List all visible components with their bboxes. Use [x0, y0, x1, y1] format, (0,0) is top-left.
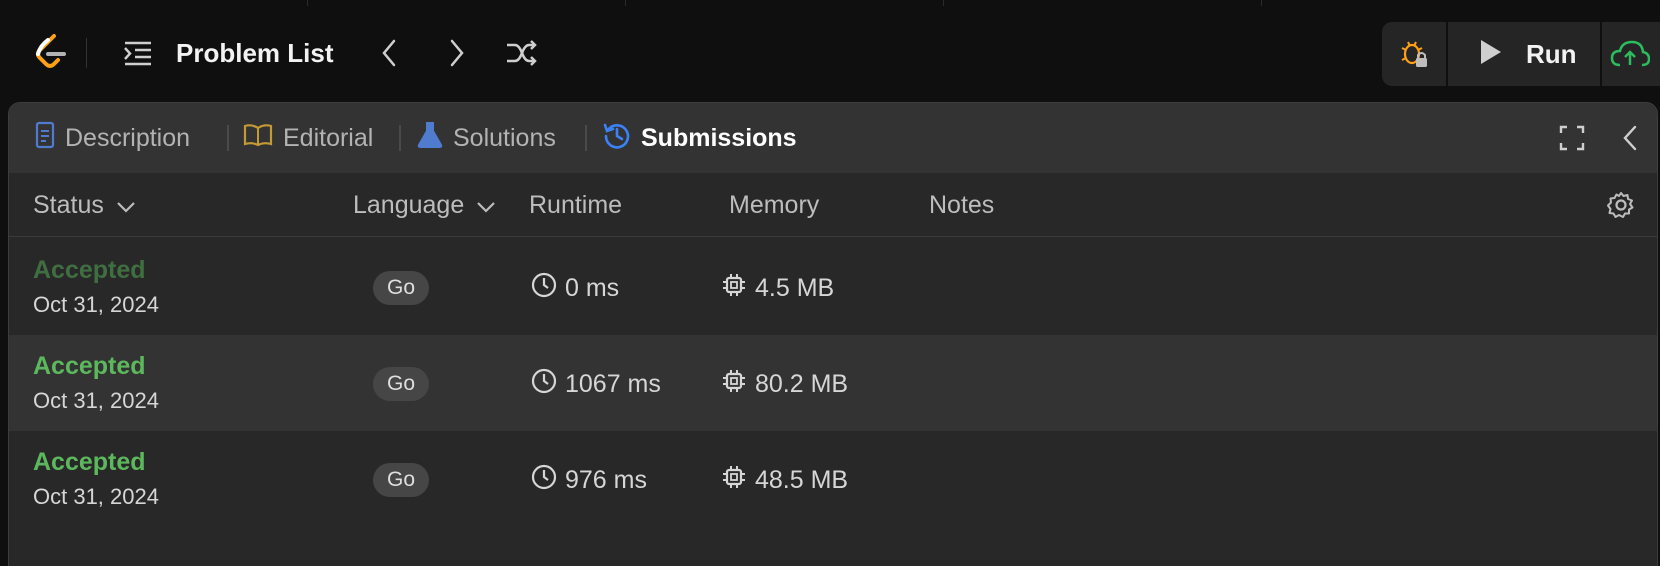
column-header-runtime: Runtime: [529, 190, 623, 219]
chevron-down-icon: [116, 191, 136, 220]
status-filter[interactable]: Status: [33, 173, 136, 237]
panel-tab-bar: Description Editorial Solutions Submissi…: [9, 103, 1657, 173]
language-badge: Go: [373, 271, 429, 305]
run-label: Run: [1526, 38, 1577, 69]
run-button[interactable]: Run: [1448, 22, 1584, 86]
cloud-upload-icon[interactable]: [1602, 22, 1660, 86]
divider: [399, 125, 401, 151]
play-icon: [1478, 38, 1504, 71]
tab-submissions[interactable]: Submissions: [603, 103, 797, 173]
tab-editorial[interactable]: Editorial: [243, 103, 373, 173]
column-header-memory: Memory: [729, 190, 820, 219]
table-row[interactable]: Accepted Oct 31, 2024 Go 976 ms 48.5 MB: [9, 431, 1657, 527]
memory-value: 4.5 MB: [755, 273, 835, 302]
clock-icon: [531, 272, 557, 305]
tab-label: Solutions: [453, 123, 556, 152]
expand-icon[interactable]: [1557, 123, 1587, 153]
column-header-notes: Notes: [929, 190, 995, 219]
language-badge: Go: [373, 367, 429, 401]
tab-label: Description: [65, 123, 191, 152]
memory-cell: 80.2 MB: [721, 367, 848, 401]
leetcode-logo[interactable]: [32, 32, 68, 72]
runtime-value: 0 ms: [565, 273, 620, 302]
divider: [585, 125, 587, 151]
runtime-cell: 1067 ms: [531, 367, 661, 401]
clock-icon: [531, 464, 557, 497]
top-bar: Problem List Run: [0, 0, 1660, 96]
list-indent-icon[interactable]: [122, 38, 154, 68]
runtime-value: 976 ms: [565, 465, 647, 494]
language-filter[interactable]: Language: [353, 173, 496, 237]
divider: [227, 125, 229, 151]
column-header-language: Language: [353, 190, 465, 219]
flask-icon: [417, 121, 443, 156]
divider: [86, 38, 87, 68]
document-icon: [35, 121, 55, 156]
chevron-down-icon: [476, 191, 496, 220]
book-icon: [243, 123, 273, 154]
tab-label: Submissions: [641, 123, 797, 152]
chip-icon: [721, 368, 747, 401]
table-header: Status Language Runtime Memory Notes: [9, 173, 1657, 237]
chevron-right-icon[interactable]: [442, 38, 472, 68]
status-accepted: Accepted: [33, 448, 146, 476]
tab-description[interactable]: Description: [35, 103, 190, 173]
runtime-cell: 976 ms: [531, 463, 647, 497]
gear-icon[interactable]: [1605, 189, 1637, 221]
tab-label: Editorial: [283, 123, 374, 152]
chip-icon: [721, 464, 747, 497]
submissions-panel: Description Editorial Solutions Submissi…: [8, 102, 1658, 566]
language-badge: Go: [373, 463, 429, 497]
status-accepted: Accepted: [33, 256, 146, 284]
bug-lock-icon[interactable]: [1382, 22, 1446, 86]
problem-list-link[interactable]: Problem List: [176, 38, 333, 68]
window-tab-strip: [626, 0, 944, 6]
memory-cell: 4.5 MB: [721, 271, 834, 305]
status-accepted: Accepted: [33, 352, 146, 380]
clock-icon: [531, 368, 557, 401]
history-icon: [603, 121, 631, 156]
memory-cell: 48.5 MB: [721, 463, 848, 497]
window-tab-strip: [0, 0, 308, 6]
memory-value: 48.5 MB: [755, 465, 849, 494]
submission-date: Oct 31, 2024: [33, 484, 159, 509]
shuffle-icon[interactable]: [504, 37, 540, 69]
runtime-value: 1067 ms: [565, 369, 661, 398]
tab-solutions[interactable]: Solutions: [417, 103, 556, 173]
window-tab-strip: [308, 0, 626, 6]
chevron-left-icon[interactable]: [1617, 123, 1643, 153]
table-row[interactable]: Accepted Oct 31, 2024 Go 0 ms 4.5 MB: [9, 239, 1657, 335]
memory-value: 80.2 MB: [755, 369, 849, 398]
submission-date: Oct 31, 2024: [33, 292, 159, 317]
chip-icon: [721, 272, 747, 305]
runtime-cell: 0 ms: [531, 271, 619, 305]
column-header-status: Status: [33, 190, 104, 219]
table-row[interactable]: Accepted Oct 31, 2024 Go 1067 ms 80.2 MB: [9, 335, 1657, 431]
window-tab-strip: [944, 0, 1262, 6]
submission-date: Oct 31, 2024: [33, 388, 159, 413]
chevron-left-icon[interactable]: [374, 38, 404, 68]
